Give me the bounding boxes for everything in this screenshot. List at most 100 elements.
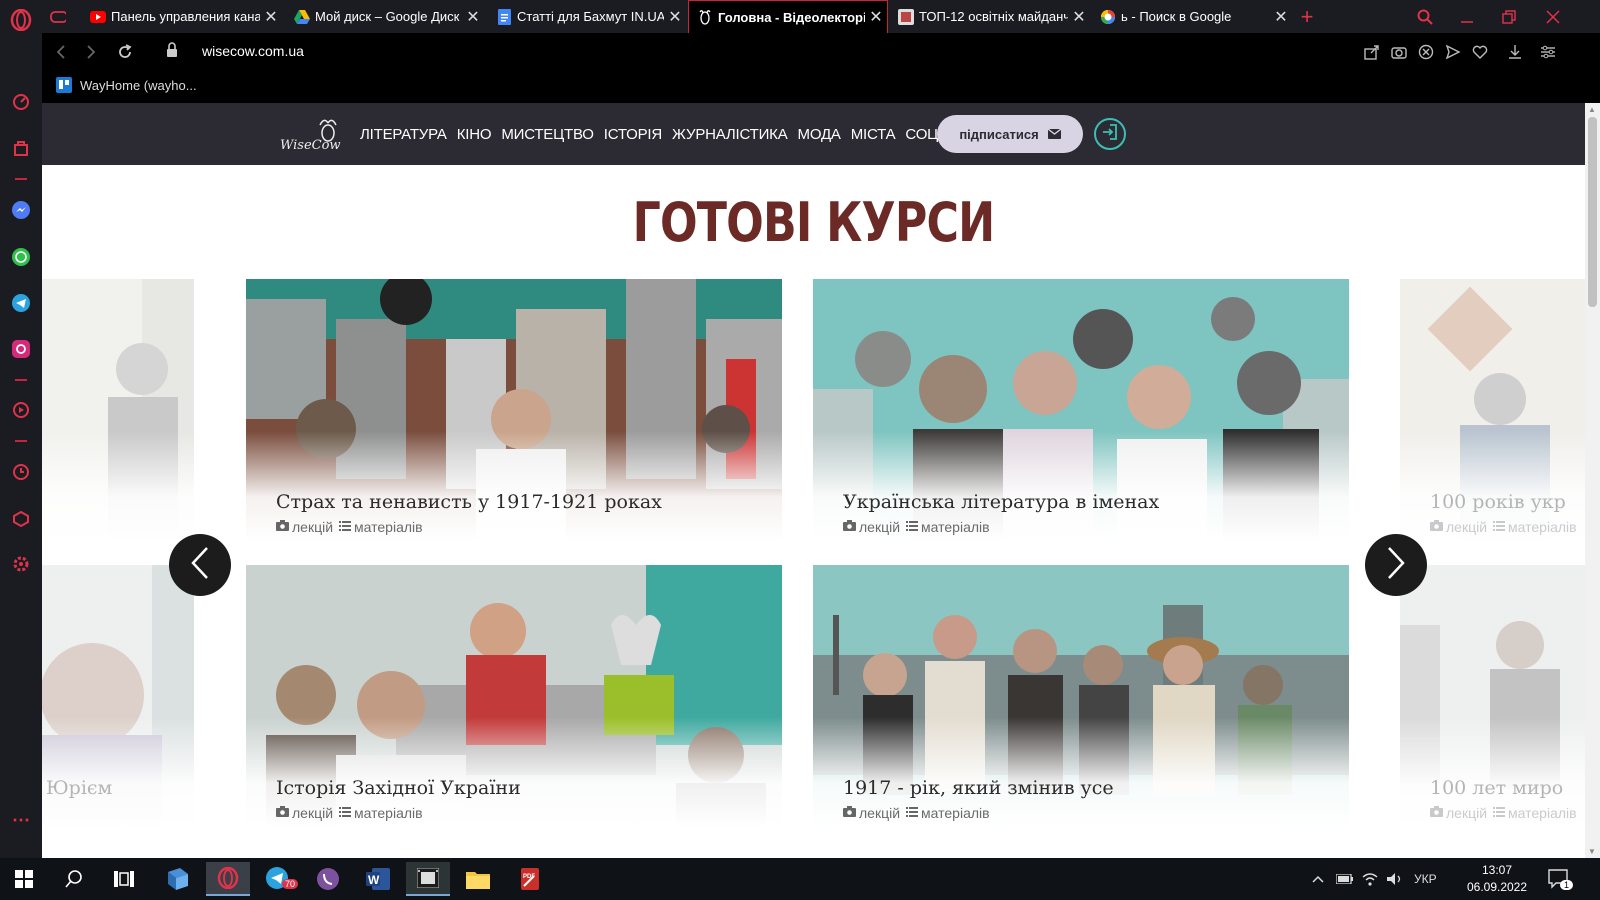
- tab-youtube[interactable]: Панель управления канал ✕: [82, 0, 282, 33]
- restore-icon[interactable]: [1488, 0, 1530, 33]
- easy-setup-icon[interactable]: [1538, 42, 1558, 62]
- close-window-icon[interactable]: [1532, 0, 1574, 33]
- word-icon[interactable]: W: [356, 862, 400, 896]
- subscribe-button[interactable]: підписатися: [937, 115, 1083, 153]
- course-card[interactable]: 1917 - рік, який змінив усе лекцій матер…: [813, 565, 1349, 827]
- battery-icon[interactable]: [1336, 858, 1354, 900]
- course-card-ghost-right-bottom[interactable]: 100 лет миро лекцій матеріалів: [1400, 565, 1585, 827]
- player-icon[interactable]: [9, 398, 33, 422]
- file-explorer-icon[interactable]: [456, 862, 500, 896]
- app-icon[interactable]: [156, 862, 200, 896]
- shopping-icon[interactable]: [9, 136, 33, 160]
- messenger-icon[interactable]: [9, 198, 33, 222]
- login-button[interactable]: [1094, 118, 1126, 150]
- send-icon[interactable]: [1443, 42, 1463, 62]
- scrollbar-thumb[interactable]: [1588, 117, 1597, 307]
- carousel-next-button[interactable]: [1365, 534, 1427, 596]
- more-icon[interactable]: ⋯: [9, 808, 33, 832]
- url-field[interactable]: wisecow.com.ua: [202, 43, 304, 59]
- adblock-icon[interactable]: [1416, 42, 1436, 62]
- scroll-up-icon[interactable]: ▲: [1588, 105, 1596, 114]
- course-card-ghost-left-top[interactable]: [42, 279, 194, 541]
- menu-item-fashion[interactable]: МОДА: [798, 126, 841, 143]
- search-tabs-icon[interactable]: [1404, 0, 1446, 33]
- lectures-label: лекцій: [292, 519, 334, 535]
- minimize-icon[interactable]: [1446, 0, 1488, 33]
- course-card-ghost-right-top[interactable]: 100 років укр лекцій матеріалів: [1400, 279, 1585, 541]
- speed-dial-icon[interactable]: [9, 90, 33, 114]
- notifications-count: 1: [1560, 880, 1574, 890]
- course-card[interactable]: Українська література в іменах лекцій ма…: [813, 279, 1349, 541]
- opera-logo-icon[interactable]: [9, 8, 33, 32]
- camera-icon: [276, 806, 289, 820]
- card-fade: [42, 717, 194, 827]
- close-tab-icon[interactable]: ✕: [664, 7, 686, 27]
- download-icon[interactable]: [1505, 42, 1525, 62]
- task-view-icon[interactable]: [102, 862, 146, 896]
- taskbar-clock[interactable]: 13:07 06.09.2022: [1462, 862, 1532, 896]
- clock-time: 13:07: [1481, 863, 1513, 877]
- card-title: 1917 - рік, який змінив усе: [843, 777, 1114, 799]
- chevron-right-icon: [1386, 546, 1406, 585]
- pdf-editor-icon[interactable]: PDF: [508, 862, 552, 896]
- carousel-prev-button[interactable]: [169, 534, 231, 596]
- bookmark-wayhome[interactable]: WayHome (wayho...: [56, 77, 197, 93]
- windows-start-icon[interactable]: [2, 862, 46, 896]
- list-icon: [1493, 806, 1506, 820]
- close-tab-icon[interactable]: ✕: [462, 7, 484, 27]
- reload-icon[interactable]: [112, 39, 138, 65]
- course-card[interactable]: Страх та ненависть у 1917-1921 роках лек…: [246, 279, 782, 541]
- envelope-icon: [1047, 127, 1062, 142]
- close-tab-icon[interactable]: ✕: [260, 7, 282, 27]
- page-scrollbar[interactable]: ▲ ▼: [1585, 103, 1600, 858]
- instagram-icon[interactable]: [9, 337, 33, 361]
- opera-taskbar-icon[interactable]: [206, 862, 250, 896]
- scroll-down-icon[interactable]: ▼: [1588, 847, 1596, 856]
- language-indicator[interactable]: УКР: [1414, 858, 1437, 900]
- subscribe-label: підписатися: [959, 126, 1039, 142]
- close-tab-icon[interactable]: ✕: [1068, 7, 1090, 27]
- menu-item-history[interactable]: ІСТОРІЯ: [604, 126, 662, 143]
- tab-google-docs[interactable]: Статті для Бахмут IN.UA - Goo ✕: [488, 0, 686, 33]
- menu-item-journalism[interactable]: ЖУРНАЛІСТИКА: [672, 126, 788, 143]
- menu-item-cities[interactable]: МІСТА: [851, 126, 896, 143]
- list-icon: [339, 806, 352, 820]
- extensions-icon[interactable]: [9, 507, 33, 531]
- notifications-icon[interactable]: 1: [1548, 858, 1574, 900]
- menu-item-cinema[interactable]: КІНО: [457, 126, 492, 143]
- wisecow-logo[interactable]: WiseCow: [280, 117, 342, 157]
- materials-label: матеріалів: [921, 805, 990, 821]
- tray-expand-icon[interactable]: [1312, 858, 1324, 900]
- share-icon[interactable]: [1362, 42, 1382, 62]
- film-editor-icon[interactable]: [406, 862, 450, 896]
- forward-icon[interactable]: [78, 39, 104, 65]
- tab-wisecow-active[interactable]: Головна - Відеолекторій Wis ✕: [688, 0, 888, 33]
- history-icon[interactable]: [9, 460, 33, 484]
- new-tab-icon[interactable]: +: [1286, 0, 1328, 33]
- site-icon: [898, 8, 914, 25]
- whatsapp-icon[interactable]: [9, 245, 33, 269]
- tab-top12[interactable]: ТОП-12 освітніх майданчи ✕: [890, 0, 1090, 33]
- close-tab-icon[interactable]: ✕: [865, 7, 887, 27]
- telegram-icon[interactable]: [9, 291, 33, 315]
- course-card-ghost-left-bottom[interactable]: Юрієм: [42, 565, 194, 827]
- site-header: WiseCow ЛІТЕРАТУРА КІНО МИСТЕЦТВО ІСТОРІ…: [42, 103, 1585, 165]
- settings-icon[interactable]: [9, 552, 33, 576]
- lock-icon[interactable]: [166, 42, 178, 63]
- viber-icon[interactable]: [306, 862, 350, 896]
- card-fade: [42, 431, 194, 541]
- back-icon[interactable]: [48, 39, 74, 65]
- telegram-taskbar-icon[interactable]: 70: [256, 862, 300, 896]
- card-meta: лекцій матеріалів: [276, 519, 423, 535]
- menu-item-art[interactable]: МИСТЕЦТВО: [501, 126, 594, 143]
- heart-icon[interactable]: [1470, 42, 1490, 62]
- search-icon[interactable]: [52, 862, 96, 896]
- volume-icon[interactable]: [1386, 858, 1404, 900]
- google-drive-icon: [294, 9, 310, 25]
- camera-icon[interactable]: [1389, 42, 1409, 62]
- wifi-icon[interactable]: [1362, 858, 1378, 900]
- course-card[interactable]: Історія Західної України лекцій матеріал…: [246, 565, 782, 827]
- tab-google-drive[interactable]: Мой диск – Google Диск ✕: [286, 0, 484, 33]
- menu-item-literature[interactable]: ЛІТЕРАТУРА: [360, 126, 447, 143]
- tab-google-search[interactable]: ь - Поиск в Google ✕: [1092, 0, 1292, 33]
